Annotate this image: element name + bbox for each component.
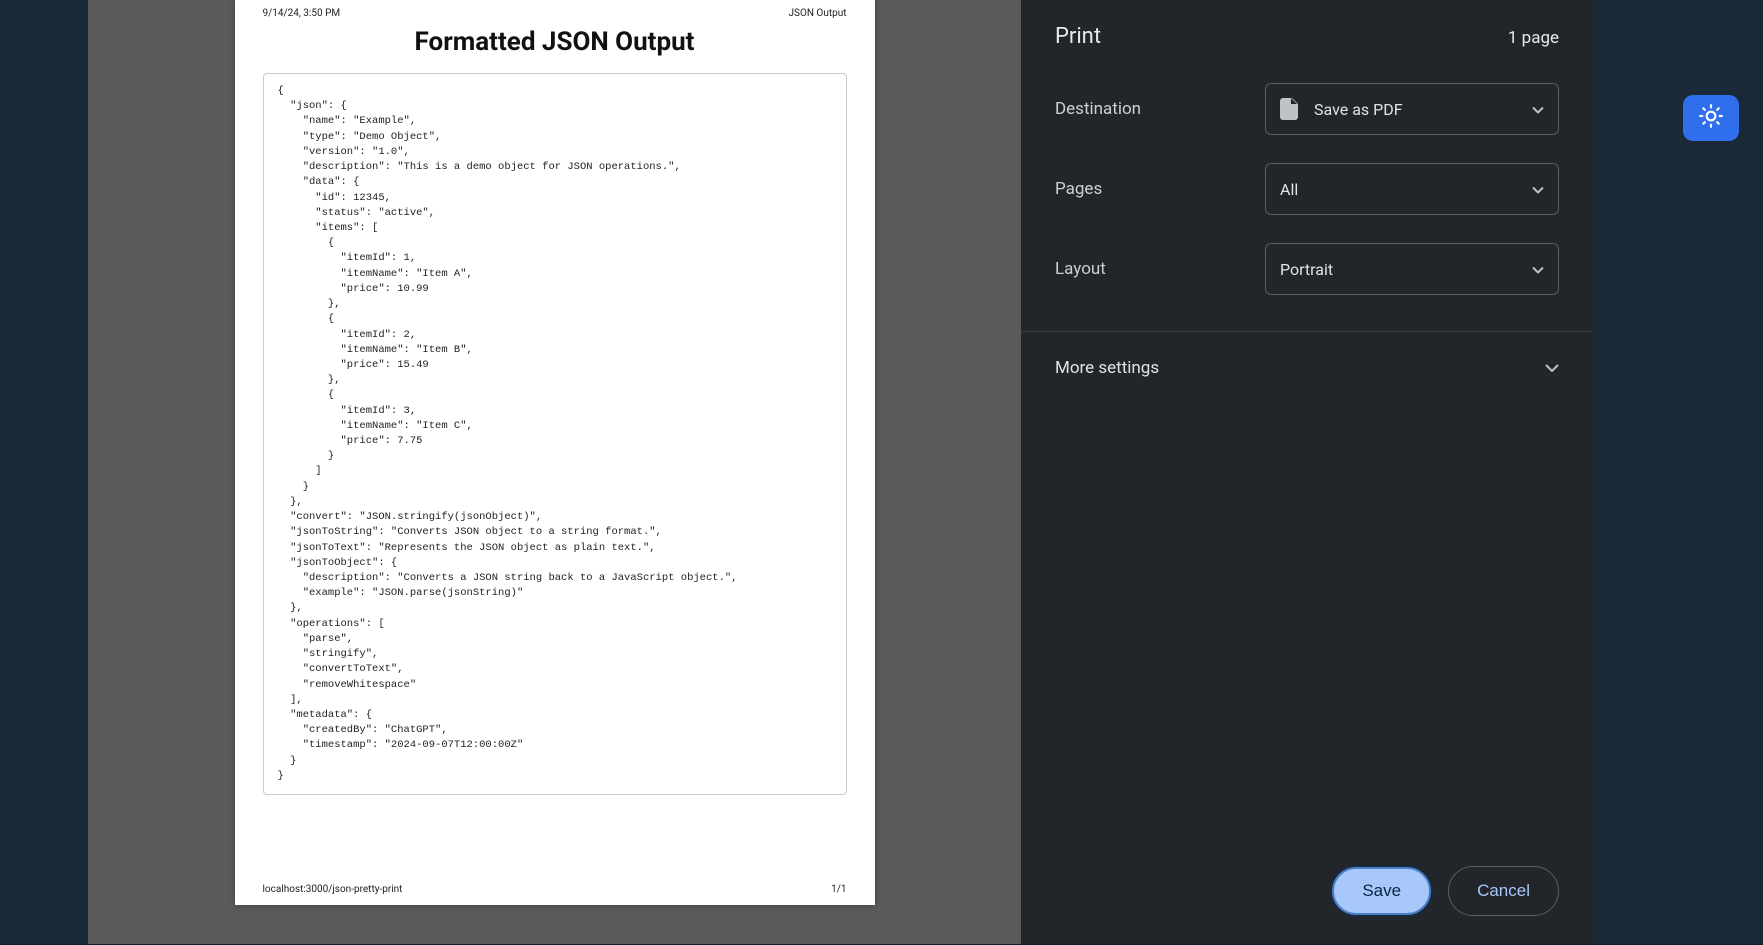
chevron-down-icon xyxy=(1532,180,1544,199)
layout-row: Layout Portrait xyxy=(1055,243,1559,295)
layout-select[interactable]: Portrait xyxy=(1265,243,1559,295)
destination-value: Save as PDF xyxy=(1314,100,1403,119)
preview-json-code: { "json": { "name": "Example", "type": "… xyxy=(263,73,847,795)
layout-value: Portrait xyxy=(1280,260,1333,279)
destination-row: Destination Save as PDF xyxy=(1055,83,1559,135)
layout-label: Layout xyxy=(1055,259,1265,279)
more-settings-label: More settings xyxy=(1055,358,1159,378)
settings-divider xyxy=(1021,331,1593,332)
preview-header-title: JSON Output xyxy=(788,8,846,19)
print-settings-pane: Print 1 page Destination Save as PDF Pag… xyxy=(1021,0,1593,944)
pages-label: Pages xyxy=(1055,179,1265,199)
destination-label: Destination xyxy=(1055,99,1265,119)
print-preview-pane[interactable]: 9/14/24, 3:50 PM JSON Output Formatted J… xyxy=(88,0,1021,944)
pdf-file-icon xyxy=(1280,98,1298,120)
preview-page-title: Formatted JSON Output xyxy=(263,27,847,57)
destination-select[interactable]: Save as PDF xyxy=(1265,83,1559,135)
more-settings-toggle[interactable]: More settings xyxy=(1055,358,1559,378)
chevron-down-icon xyxy=(1532,260,1544,279)
sun-icon xyxy=(1698,103,1724,133)
preview-footer-url: localhost:3000/json-pretty-print xyxy=(263,884,403,895)
chevron-down-icon xyxy=(1545,358,1559,378)
preview-page: 9/14/24, 3:50 PM JSON Output Formatted J… xyxy=(235,0,875,905)
preview-page-number: 1/1 xyxy=(831,884,846,895)
preview-timestamp: 9/14/24, 3:50 PM xyxy=(263,8,341,19)
dialog-buttons: Save Cancel xyxy=(1055,866,1559,916)
page-count: 1 page xyxy=(1508,28,1559,48)
pages-select[interactable]: All xyxy=(1265,163,1559,215)
cancel-button[interactable]: Cancel xyxy=(1448,866,1559,916)
chevron-down-icon xyxy=(1532,100,1544,119)
theme-toggle-button[interactable] xyxy=(1683,95,1739,141)
pages-row: Pages All xyxy=(1055,163,1559,215)
print-title: Print xyxy=(1055,24,1101,49)
save-button[interactable]: Save xyxy=(1331,866,1432,916)
pages-value: All xyxy=(1280,180,1298,199)
print-dialog: 9/14/24, 3:50 PM JSON Output Formatted J… xyxy=(88,0,1593,944)
